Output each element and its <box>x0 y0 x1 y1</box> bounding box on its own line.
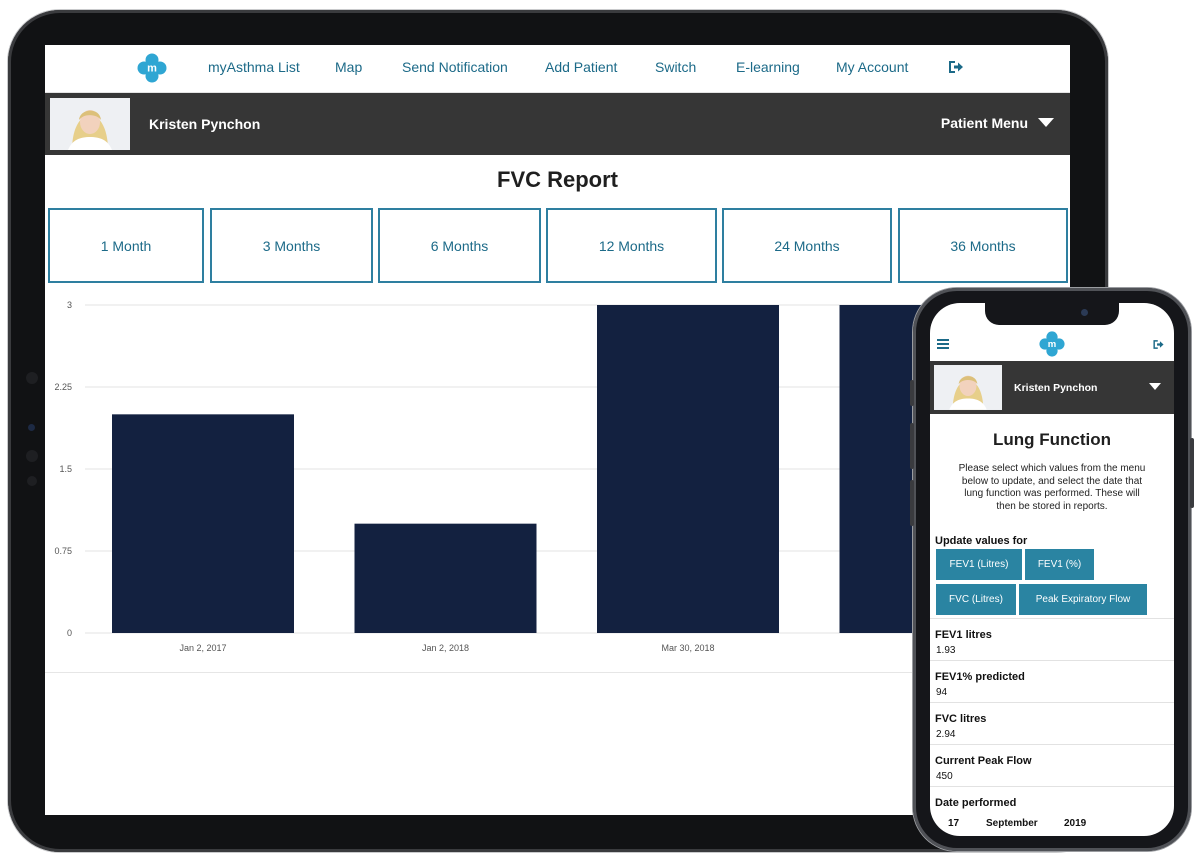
tablet-sensor <box>26 372 38 384</box>
range-36-months-button[interactable]: 36 Months <box>898 208 1068 283</box>
y-tick-label: 0 <box>67 628 72 638</box>
nav-my-account[interactable]: My Account <box>836 59 908 75</box>
date-performed-label: Date performed <box>935 797 1017 809</box>
y-tick-label: 1.5 <box>59 464 72 474</box>
fvc-litres-button[interactable]: FVC (Litres) <box>936 584 1016 615</box>
fev1-litres-value[interactable]: 1.93 <box>936 645 955 656</box>
tablet-camera <box>28 424 35 431</box>
x-tick-label: Mar 30, 2018 <box>661 643 714 653</box>
phone-volume-up <box>910 423 914 469</box>
patient-menu-label: Patient Menu <box>940 115 1028 131</box>
fvc-litres-value[interactable]: 2.94 <box>936 729 955 740</box>
chevron-down-icon[interactable] <box>1149 383 1161 390</box>
phone-camera <box>1081 309 1088 316</box>
nav-send-notification[interactable]: Send Notification <box>402 59 508 75</box>
patient-name: Kristen Pynchon <box>149 116 261 132</box>
phone-mute-switch <box>910 380 914 406</box>
phone-notch <box>985 303 1119 325</box>
update-values-label: Update values for <box>935 535 1028 547</box>
divider <box>930 702 1174 703</box>
logout-icon[interactable] <box>947 58 965 76</box>
chart-bar[interactable] <box>112 414 294 633</box>
x-tick-label: Jan 2, 2018 <box>422 643 469 653</box>
y-tick-label: 2.25 <box>54 382 72 392</box>
range-1-month-button[interactable]: 1 Month <box>48 208 204 283</box>
chart-bar[interactable] <box>354 523 537 633</box>
fev1-litres-label: FEV1 litres <box>935 629 992 641</box>
range-3-months-button[interactable]: 3 Months <box>210 208 373 283</box>
instructions-line-3: lung function was performed. These will <box>964 488 1140 499</box>
patient-header: Kristen Pynchon Patient Menu <box>45 93 1070 155</box>
instructions-line-2: below to update, and select the date tha… <box>961 475 1143 487</box>
page-title: Lung Function <box>992 430 1112 449</box>
chevron-down-icon <box>1038 118 1054 127</box>
patient-avatar <box>934 365 1002 410</box>
divider <box>930 618 1174 619</box>
nav-myasthma-list[interactable]: myAsthma List <box>208 59 300 75</box>
peak-expiratory-flow-button[interactable]: Peak Expiratory Flow <box>1019 584 1147 615</box>
y-tick-label: 0.75 <box>54 546 72 556</box>
range-24-months-button[interactable]: 24 Months <box>722 208 892 283</box>
phone-screen: m Kristen Pynchon Lung Function Please s… <box>930 303 1174 836</box>
divider <box>930 660 1174 661</box>
tablet-sensor-2 <box>26 450 38 462</box>
range-6-months-button[interactable]: 6 Months <box>378 208 541 283</box>
tablet-sensor-3 <box>27 476 37 486</box>
phone-power-button <box>1190 438 1194 508</box>
instructions-line-1: Please select which values from the menu <box>958 463 1146 474</box>
svg-text:m: m <box>147 63 157 75</box>
y-tick-label: 3 <box>67 300 72 310</box>
nav-e-learning[interactable]: E-learning <box>736 59 800 75</box>
patient-menu-dropdown[interactable]: Patient Menu <box>941 115 1054 131</box>
x-tick-label: Jan 2, 2017 <box>179 643 226 653</box>
range-12-months-button[interactable]: 12 Months <box>546 208 717 283</box>
date-month-select[interactable]: September <box>986 818 1038 829</box>
nav-add-patient[interactable]: Add Patient <box>545 59 617 75</box>
fev1-percent-value[interactable]: 94 <box>936 687 947 698</box>
myasthma-logo-icon[interactable]: m <box>137 53 167 83</box>
hamburger-icon[interactable] <box>937 339 949 349</box>
nav-map[interactable]: Map <box>335 59 362 75</box>
page-title: FVC Report <box>497 167 618 192</box>
patient-name: Kristen Pynchon <box>1014 382 1098 394</box>
svg-text:m: m <box>1048 339 1056 350</box>
current-peak-flow-label: Current Peak Flow <box>935 755 1032 767</box>
divider <box>930 744 1174 745</box>
divider <box>930 786 1174 787</box>
fev1-percent-label: FEV1% predicted <box>935 671 1025 683</box>
patient-header: Kristen Pynchon <box>930 361 1174 414</box>
logout-icon[interactable] <box>1152 338 1165 351</box>
phone-device: m Kristen Pynchon Lung Function Please s… <box>910 288 1194 851</box>
chart-bar[interactable] <box>597 305 779 633</box>
nav-switch[interactable]: Switch <box>655 59 696 75</box>
fev1-litres-button[interactable]: FEV1 (Litres) <box>936 549 1022 580</box>
instructions-line-4: then be stored in reports. <box>996 500 1108 512</box>
phone-volume-down <box>910 480 914 526</box>
fvc-litres-label: FVC litres <box>935 713 987 725</box>
myasthma-logo-icon[interactable]: m <box>1039 331 1065 357</box>
patient-avatar <box>50 98 130 150</box>
current-peak-flow-value[interactable]: 450 <box>936 771 953 782</box>
date-day-select[interactable]: 17 <box>948 818 959 829</box>
top-navigation: m myAsthma List Map Send Notification Ad… <box>45 45 1070 93</box>
fev1-percent-button[interactable]: FEV1 (%) <box>1025 549 1094 580</box>
date-year-select[interactable]: 2019 <box>1064 818 1086 829</box>
